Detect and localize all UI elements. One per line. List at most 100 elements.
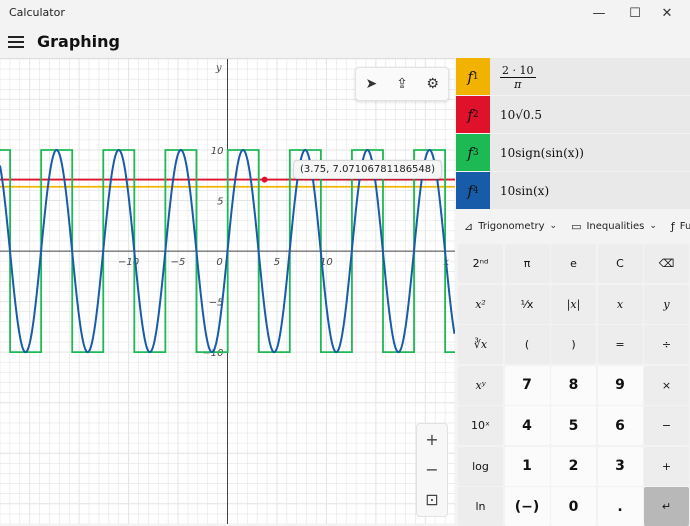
enter-button[interactable]: ↵ (644, 487, 689, 526)
trigonometry-dropdown[interactable]: ⊿ Trigonometry ⌄ (464, 220, 557, 233)
function-expression[interactable]: 10sin(x) (500, 184, 549, 198)
trace-point (261, 176, 268, 183)
title-bar: Calculator — ☐ ✕ (0, 0, 690, 26)
trace-tooltip: (3.75, 7.07106781186548) (293, 160, 443, 179)
y-tick-label: 10 (211, 146, 224, 157)
key-label: 0 (568, 498, 579, 515)
graph-canvas[interactable]: −10 −5 0 5 10 10 5 −5 −10 x y ➤ ⇪ ⚙ (3.75, 7.07106… (0, 58, 455, 524)
function-swatch[interactable]: f2 (456, 96, 490, 133)
negate-button[interactable]: (−) (504, 487, 550, 526)
function-item-f1[interactable]: f1 2 · 10 π (456, 58, 690, 95)
graph-toolbar: ➤ ⇪ ⚙ (355, 67, 449, 101)
key-label: ∛x (473, 338, 488, 351)
close-paren-button[interactable]: ) (551, 325, 596, 364)
e-button[interactable]: e (551, 244, 596, 283)
key-label: xʸ (475, 378, 486, 392)
key-label: C (616, 257, 624, 270)
y-variable-button[interactable]: y (644, 284, 689, 324)
key-label: y (663, 297, 670, 311)
function-expression[interactable]: 10sign(sin(x)) (500, 146, 584, 160)
key-label: π (523, 257, 531, 270)
digit-7-button[interactable]: 7 (504, 365, 550, 405)
functions-dropdown[interactable]: ƒ Fu (671, 220, 690, 233)
key-label: ÷ (661, 338, 672, 351)
log-button[interactable]: log (458, 446, 503, 486)
key-label: 5 (568, 417, 579, 434)
ln-button[interactable]: ln (458, 487, 503, 526)
key-label: ln (475, 500, 486, 513)
inequalities-dropdown[interactable]: ▭ Inequalities ⌄ (571, 220, 657, 233)
equals-button[interactable]: = (597, 325, 643, 364)
key-label: 9 (615, 377, 625, 393)
digit-2-button[interactable]: 2 (551, 446, 596, 486)
triangle-icon: ⊿ (464, 219, 474, 233)
zoom-fit-button[interactable]: ⊡ (417, 484, 447, 514)
function-item-f4[interactable]: f4 10sin(x) (456, 172, 690, 209)
function-icon: ƒ (670, 219, 675, 233)
x-tick-label: 5 (274, 257, 280, 268)
key-label: x (616, 297, 624, 311)
key-label: ↵ (661, 500, 672, 513)
y-axis-label: y (215, 63, 222, 74)
add-button[interactable]: + (644, 446, 689, 486)
function-swatch[interactable]: f1 (456, 58, 490, 95)
digit-6-button[interactable]: 6 (597, 406, 643, 445)
y-tick-label: −10 (202, 348, 223, 359)
digit-8-button[interactable]: 8 (551, 365, 596, 405)
cube-root-button[interactable]: ∛x (458, 325, 503, 364)
digit-1-button[interactable]: 1 (504, 446, 550, 486)
ten-power-button[interactable]: 10ˣ (458, 406, 503, 445)
key-label: ¹⁄x (520, 297, 534, 311)
key-label: 2ⁿᵈ (472, 257, 489, 270)
second-button[interactable]: 2ⁿᵈ (458, 244, 503, 283)
x-tick-label: −5 (171, 257, 186, 268)
multiply-button[interactable]: × (644, 365, 689, 405)
menu-icon[interactable] (8, 34, 24, 50)
decimal-button[interactable]: . (597, 487, 643, 526)
digit-3-button[interactable]: 3 (597, 446, 643, 486)
key-label: + (661, 459, 672, 473)
function-swatch[interactable]: f3 (456, 134, 490, 171)
function-item-f2[interactable]: f2 10√0.5 (456, 96, 690, 133)
digit-0-button[interactable]: 0 (551, 487, 596, 526)
header: Graphing (0, 26, 690, 58)
key-label: 3 (615, 458, 625, 474)
key-label: 8 (568, 377, 579, 393)
x-tick-label: 0 (216, 257, 222, 268)
key-label: 1 (522, 458, 532, 474)
close-button[interactable]: ✕ (644, 0, 690, 26)
select-icon[interactable]: ➤ (360, 73, 382, 95)
chevron-down-icon: ⌄ (649, 221, 657, 231)
power-button[interactable]: xʸ (458, 365, 503, 405)
plot-area: −10 −5 0 5 10105−5−10xy (0, 59, 455, 524)
key-label: (−) (514, 498, 540, 515)
function-category-bar: ⊿ Trigonometry ⌄ ▭ Inequalities ⌄ ƒ Fu (456, 211, 690, 241)
backspace-button[interactable]: ⌫ (644, 244, 689, 283)
zoom-in-button[interactable]: + (417, 424, 447, 454)
subtract-button[interactable]: − (644, 406, 689, 445)
reciprocal-button[interactable]: ¹⁄x (504, 284, 550, 324)
share-icon[interactable]: ⇪ (391, 73, 413, 95)
abs-button[interactable]: |x| (551, 284, 596, 324)
app-title: Calculator (9, 6, 65, 19)
function-expression[interactable]: 10√0.5 (500, 108, 542, 122)
key-label: e (570, 257, 577, 270)
key-label: × (661, 378, 672, 392)
square-button[interactable]: x² (458, 284, 503, 324)
inequality-icon: ▭ (571, 219, 582, 233)
graph-settings-icon[interactable]: ⚙ (422, 73, 444, 95)
digit-5-button[interactable]: 5 (551, 406, 596, 445)
function-swatch[interactable]: f4 (456, 172, 490, 209)
function-item-f3[interactable]: f3 10sign(sin(x)) (456, 134, 690, 171)
digit-4-button[interactable]: 4 (504, 406, 550, 445)
pi-button[interactable]: π (504, 244, 550, 283)
x-variable-button[interactable]: x (597, 284, 643, 324)
open-paren-button[interactable]: ( (504, 325, 550, 364)
function-expression[interactable]: 2 · 10 π (500, 63, 536, 91)
clear-button[interactable]: C (597, 244, 643, 283)
key-label: 2 (568, 458, 579, 474)
zoom-out-button[interactable]: − (417, 454, 447, 484)
divide-button[interactable]: ÷ (644, 325, 689, 364)
key-label: 4 (522, 417, 532, 434)
digit-9-button[interactable]: 9 (597, 365, 643, 405)
